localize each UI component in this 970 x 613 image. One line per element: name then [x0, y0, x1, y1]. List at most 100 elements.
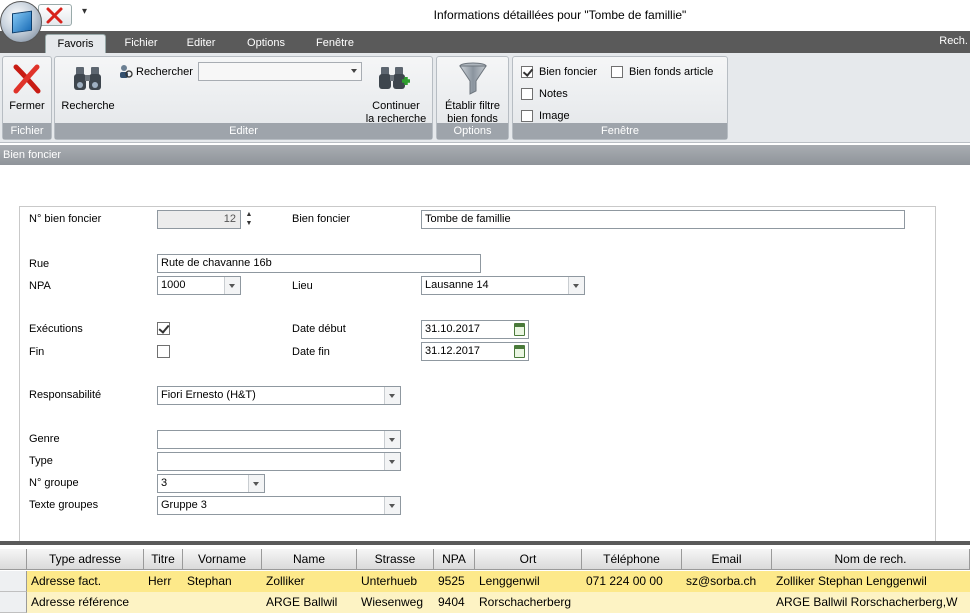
no-groupe-combo[interactable]: 3 [157, 474, 265, 493]
npa-label: NPA [29, 280, 51, 292]
column-header-type-adresse[interactable]: Type adresse [27, 549, 144, 570]
column-header-titre[interactable]: Titre [144, 549, 183, 570]
type-combo[interactable] [157, 452, 401, 471]
notes-checkbox[interactable] [521, 88, 533, 100]
ribbon: Fermer Fichier Recherche Rechercher Cont… [0, 53, 970, 143]
column-header-email[interactable]: Email [682, 549, 772, 570]
column-header-strasse[interactable]: Strasse [357, 549, 434, 570]
lieu-combo[interactable]: Lausanne 14 [421, 276, 585, 295]
window-title: Informations détaillées pour "Tombe de f… [433, 8, 687, 22]
tab-fenetre[interactable]: Fenêtre [306, 34, 364, 53]
image-checkbox-label[interactable]: Image [539, 110, 570, 122]
bien-fonds-article-label[interactable]: Bien fonds article [629, 66, 713, 78]
fin-label: Fin [29, 346, 45, 358]
table-row[interactable]: Adresse fact. Herr Stephan Zolliker Unte… [0, 571, 970, 592]
date-fin-label: Date fin [292, 346, 330, 358]
executions-checkbox[interactable] [157, 322, 170, 335]
calendar-icon[interactable] [514, 345, 525, 358]
bien-foncier-checkbox-label[interactable]: Bien foncier [539, 66, 597, 78]
continue-search-label-line1: Continuer [372, 100, 420, 112]
section-header: Bien foncier [0, 145, 970, 165]
fin-checkbox[interactable] [157, 345, 170, 358]
close-button-label[interactable]: Fermer [3, 100, 51, 113]
date-debut-input[interactable]: 31.10.2017 [421, 320, 529, 339]
texte-groupes-combo[interactable]: Gruppe 3 [157, 496, 401, 515]
column-header-npa[interactable]: NPA [434, 549, 475, 570]
chevron-down-icon[interactable] [248, 475, 264, 492]
column-header-telephone[interactable]: Téléphone [582, 549, 682, 570]
ribbon-group-fichier: Fermer Fichier [2, 56, 52, 140]
close-icon [13, 64, 41, 94]
bien-foncier-checkbox[interactable] [521, 66, 533, 78]
column-header-nom-de-rech[interactable]: Nom de rech. [772, 549, 970, 570]
filter-label-line1: Établir filtre [444, 100, 501, 112]
chevron-down-icon[interactable] [384, 453, 400, 470]
type-label: Type [29, 455, 53, 467]
ribbon-group-fenetre: Bien foncier Bien fonds article Notes Im… [512, 56, 728, 140]
binoculars-add-icon [379, 67, 410, 89]
search-button-label[interactable]: Recherche [55, 100, 121, 113]
tabbar-right-label: Rech. [939, 35, 968, 47]
chevron-down-icon[interactable] [384, 387, 400, 404]
no-bien-foncier-field: 12 [157, 210, 241, 229]
group-label-editer: Editer [55, 123, 432, 139]
chevron-down-icon[interactable] [384, 497, 400, 514]
column-header-vorname[interactable]: Vorname [183, 549, 262, 570]
group-label-fichier: Fichier [3, 123, 51, 139]
chevron-down-icon[interactable] [384, 431, 400, 448]
cell-vorname [183, 592, 262, 613]
spin-down-icon[interactable]: ▼ [244, 219, 254, 229]
date-fin-input[interactable]: 31.12.2017 [421, 342, 529, 361]
cell-vorname: Stephan [187, 574, 232, 588]
continue-search-button[interactable] [377, 63, 411, 95]
filter-button[interactable] [457, 61, 489, 97]
cell-strasse: Unterhueb [361, 574, 418, 588]
tab-editer[interactable]: Editer [178, 34, 224, 53]
chevron-down-icon[interactable] [568, 277, 584, 294]
close-button[interactable] [10, 62, 44, 96]
npa-value: 1000 [161, 279, 186, 291]
grid-corner[interactable] [0, 549, 27, 570]
responsabilite-combo[interactable]: Fiori Ernesto (H&T) [157, 386, 401, 405]
texte-groupes-label: Texte groupes [29, 499, 99, 511]
bien-foncier-label: Bien foncier [292, 213, 351, 225]
ribbon-group-editer: Recherche Rechercher Continuer la recher… [54, 56, 433, 140]
cell-telephone [582, 592, 682, 613]
column-header-ort[interactable]: Ort [475, 549, 582, 570]
search-button[interactable] [71, 63, 105, 93]
funnel-icon [459, 62, 487, 95]
ribbon-tab-bar: Favoris Fichier Editer Options Fenêtre R… [0, 31, 970, 53]
npa-combo[interactable]: 1000 [157, 276, 241, 295]
notes-checkbox-label[interactable]: Notes [539, 88, 568, 100]
chevron-down-icon[interactable] [224, 277, 240, 294]
title-bar: ▾ Informations détaillées pour "Tombe de… [0, 0, 970, 31]
cell-npa: 9525 [438, 574, 465, 588]
group-label-fenetre: Fenêtre [513, 123, 727, 139]
bien-fonds-article-checkbox[interactable] [611, 66, 623, 78]
row-header[interactable] [0, 592, 27, 613]
genre-label: Genre [29, 433, 60, 445]
cell-ort: Lenggenwil [479, 574, 540, 588]
column-header-name[interactable]: Name [262, 549, 357, 570]
lieu-value: Lausanne 14 [425, 279, 489, 291]
tab-fichier[interactable]: Fichier [114, 34, 168, 53]
calendar-icon[interactable] [514, 323, 525, 336]
image-checkbox[interactable] [521, 110, 533, 122]
ribbon-group-options: Établir filtre bien fonds Options [436, 56, 509, 140]
cell-nom-de-rech: ARGE Ballwil Rorschacherberg,W [776, 595, 958, 609]
rue-input[interactable]: Rute de chavanne 16b [157, 254, 481, 273]
executions-label: Exécutions [29, 323, 83, 335]
tab-favoris[interactable]: Favoris [45, 34, 106, 53]
tab-options[interactable]: Options [236, 34, 296, 53]
cell-ort: Rorschacherberg [479, 595, 572, 609]
row-header[interactable] [0, 571, 27, 592]
cell-name: ARGE Ballwil [266, 595, 338, 609]
genre-combo[interactable] [157, 430, 401, 449]
cell-npa: 9404 [438, 595, 465, 609]
application-menu-button[interactable] [0, 1, 42, 43]
rechercher-combo[interactable] [198, 62, 362, 81]
section-title: Bien foncier [3, 149, 62, 161]
table-row[interactable]: Adresse référence ARGE Ballwil Wiesenweg… [0, 592, 970, 613]
bien-foncier-input[interactable]: Tombe de famillie [421, 210, 905, 229]
rue-label: Rue [29, 258, 50, 270]
